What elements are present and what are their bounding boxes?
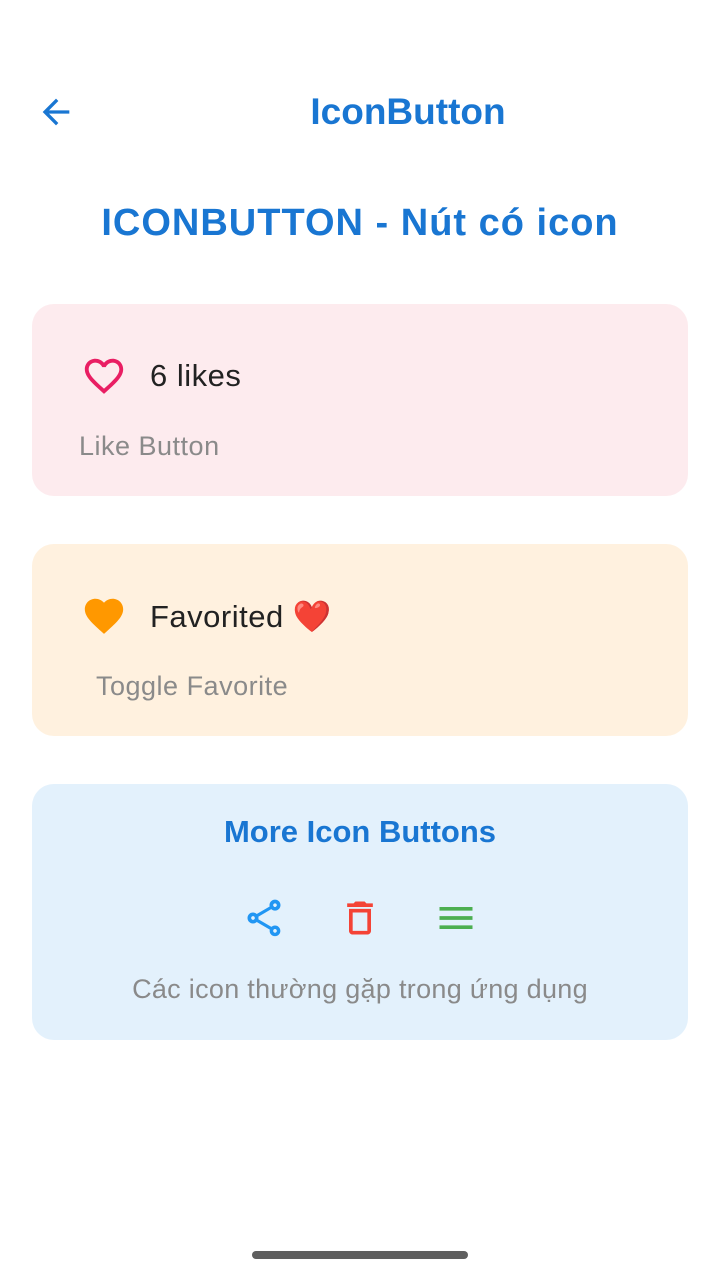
page-heading: ICONBUTTON - Nút có icon bbox=[101, 202, 619, 244]
app-bar-title: IconButton bbox=[310, 91, 506, 132]
more-icons-row bbox=[32, 894, 688, 942]
like-card: 6 likes Like Button bbox=[32, 304, 688, 496]
more-icons-caption: Các icon thường gặp trong ứng dụng bbox=[132, 974, 588, 1004]
delete-icon bbox=[347, 901, 373, 935]
like-count: 6 likes bbox=[150, 358, 242, 393]
favorite-caption: Toggle Favorite bbox=[96, 671, 289, 701]
heart-filled-icon bbox=[84, 598, 124, 634]
menu-button[interactable] bbox=[432, 894, 480, 942]
like-caption: Like Button bbox=[79, 431, 220, 461]
more-icons-card: More Icon Buttons Các icon thường gặp tr… bbox=[32, 784, 688, 1040]
favorite-row: Favorited ❤️ bbox=[80, 592, 332, 640]
app-bar: IconButton bbox=[0, 56, 720, 168]
favorite-card: Favorited ❤️ Toggle Favorite bbox=[32, 544, 688, 736]
like-button[interactable] bbox=[80, 352, 128, 400]
share-button[interactable] bbox=[240, 894, 288, 942]
favorite-status: Favorited ❤️ bbox=[150, 598, 332, 634]
favorite-toggle-button[interactable] bbox=[80, 592, 128, 640]
home-indicator[interactable] bbox=[252, 1251, 468, 1259]
menu-icon bbox=[439, 907, 473, 929]
like-row: 6 likes bbox=[80, 352, 241, 400]
heart-outline-icon bbox=[84, 358, 124, 394]
more-icons-title: More Icon Buttons bbox=[223, 814, 497, 849]
delete-button[interactable] bbox=[336, 894, 384, 942]
share-icon bbox=[247, 899, 281, 937]
